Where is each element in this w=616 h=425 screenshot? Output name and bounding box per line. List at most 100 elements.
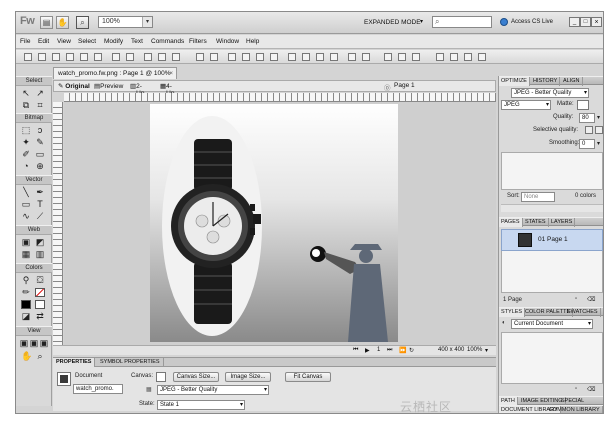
quality-field[interactable]: 80 — [579, 113, 595, 123]
open-icon[interactable] — [38, 53, 46, 61]
menu-filters[interactable]: Filters — [189, 38, 207, 45]
eyedropper-icon[interactable]: ⚲ — [21, 275, 31, 285]
workspace-mode[interactable]: EXPANDED MODE — [364, 19, 421, 26]
button-icon[interactable] — [450, 53, 458, 61]
slice-tool-icon[interactable]: ◩ — [35, 237, 45, 247]
tab-pages[interactable]: PAGES — [499, 218, 523, 227]
eraser-icon[interactable]: ▭ — [35, 149, 45, 159]
blur-icon[interactable]: ◔ — [21, 161, 31, 171]
trash-icon[interactable]: ⌫ — [587, 296, 595, 303]
redo-icon[interactable] — [126, 53, 134, 61]
stroke-icon[interactable] — [384, 53, 392, 61]
stamp-icon[interactable]: ⊕ — [35, 161, 45, 171]
text-tool-icon[interactable]: T — [35, 199, 45, 209]
standard-mode-icon[interactable]: ▣ — [19, 338, 29, 348]
fill-icon[interactable] — [398, 53, 406, 61]
last-frame-icon[interactable]: ⏩ — [399, 347, 406, 354]
chevron-down-icon[interactable]: ▾ — [597, 140, 600, 147]
export-icon[interactable] — [80, 53, 88, 61]
paste-icon[interactable] — [172, 53, 180, 61]
ungroup-icon[interactable] — [210, 53, 218, 61]
optimize-setting-select[interactable]: JPEG - Better Quality ▾ — [157, 385, 269, 395]
tab-optimize[interactable]: OPTIMIZE — [499, 77, 530, 86]
view-tab-preview[interactable]: ▤ Preview — [94, 82, 123, 90]
first-frame-icon[interactable]: ⏮ — [353, 347, 358, 354]
tab-history[interactable]: HISTORY — [531, 77, 561, 86]
delete-style-icon[interactable]: ⌫ — [587, 386, 595, 393]
import-icon[interactable] — [66, 53, 74, 61]
split-icon[interactable] — [242, 53, 250, 61]
rotate-icon[interactable] — [348, 53, 356, 61]
next-frame-icon[interactable]: ⏭ — [387, 347, 392, 354]
menu-help[interactable]: Help — [246, 38, 259, 45]
tab-symbol-properties[interactable]: SYMBOL PROPERTIES — [97, 358, 164, 367]
hide-slices-icon[interactable]: ▦ — [21, 249, 31, 259]
page-list-item[interactable]: 01 Page 1 — [501, 229, 603, 251]
lasso-icon[interactable]: ↄ — [35, 125, 45, 135]
chevron-down-icon[interactable]: ▾ — [420, 18, 423, 25]
pointer-icon[interactable]: ↖ — [21, 88, 31, 98]
line-icon[interactable]: ╲ — [21, 187, 31, 197]
new-style-icon[interactable]: ▫ — [575, 386, 577, 392]
menu-view[interactable]: View — [57, 38, 71, 45]
chevron-down-icon[interactable]: ▾ — [485, 347, 488, 354]
document-tab[interactable]: watch_promo.fw.png : Page 1 @ 100% × — [53, 67, 177, 79]
paint-bucket-icon[interactable]: ⛋ — [35, 275, 45, 285]
hand-tool-icon[interactable]: ✋ — [21, 351, 32, 361]
menu-text[interactable]: Text — [131, 38, 143, 45]
copy-icon[interactable] — [158, 53, 166, 61]
flip-icon[interactable] — [362, 53, 370, 61]
save-icon[interactable] — [52, 53, 60, 61]
zoom-tool-icon[interactable]: ⌕ — [35, 351, 45, 361]
play-icon[interactable]: ▶ — [365, 347, 370, 354]
view-tab-2up[interactable]: ▥ 2-Up — [130, 82, 144, 97]
align-center-icon[interactable] — [302, 53, 310, 61]
brush-icon[interactable]: ✎ — [35, 137, 45, 147]
canvas-color-swatch[interactable] — [156, 372, 166, 382]
styles-select[interactable]: Current Document ▾ — [511, 319, 593, 329]
menu-window[interactable]: Window — [216, 38, 239, 45]
slice-icon[interactable] — [478, 53, 486, 61]
zoom-select[interactable]: 100% ▾ — [98, 16, 153, 28]
new-icon[interactable] — [24, 53, 32, 61]
menu-commands[interactable]: Commands — [151, 38, 184, 45]
selective-quality-toggle[interactable] — [585, 126, 593, 134]
document-canvas[interactable] — [150, 104, 398, 342]
cs-live-link[interactable]: Access CS Live — [511, 19, 553, 25]
align-right-icon[interactable] — [316, 53, 324, 61]
document-name-field[interactable]: watch_promo. — [73, 384, 123, 394]
show-slices-icon[interactable]: ▥ — [35, 249, 45, 259]
pen-icon[interactable]: ✒ — [35, 187, 45, 197]
chevron-down-icon[interactable]: ▾ — [597, 114, 600, 121]
tab-properties[interactable]: PROPERTIES — [53, 358, 96, 367]
magic-wand-icon[interactable]: ✦ — [21, 137, 31, 147]
full-screen-icon[interactable]: ▣ — [39, 338, 49, 348]
pencil-icon[interactable]: ✐ — [21, 149, 31, 159]
marquee-icon[interactable]: ⬚ — [21, 125, 31, 135]
image-size-button[interactable]: Image Size... — [225, 372, 271, 382]
tab-layers[interactable]: LAYERS — [549, 218, 576, 227]
matte-swatch[interactable] — [577, 100, 589, 110]
fill-swatch[interactable] — [21, 300, 31, 309]
bring-front-icon[interactable] — [256, 53, 264, 61]
crop-icon[interactable]: ⌗ — [35, 100, 45, 110]
new-page-icon[interactable]: ▫ — [575, 296, 577, 302]
hotspot-icon[interactable] — [464, 53, 472, 61]
tab-styles[interactable]: STYLES — [499, 308, 526, 317]
send-back-icon[interactable] — [270, 53, 278, 61]
zoom-icon[interactable]: ⌕ — [76, 16, 89, 29]
minimize-button[interactable]: _ — [569, 17, 580, 27]
view-tab-4up[interactable]: ▦ 4-Up — [160, 82, 174, 97]
format-select[interactable]: JPEG ▾ — [501, 100, 551, 110]
hotspot-tool-icon[interactable]: ▣ — [21, 237, 31, 247]
menu-file[interactable]: File — [20, 38, 30, 45]
sort-select[interactable]: None — [521, 192, 555, 202]
default-colors-icon[interactable]: ◪ — [21, 311, 31, 321]
view-tab-original[interactable]: ✎ Original — [58, 82, 90, 90]
symbol-icon[interactable] — [436, 53, 444, 61]
canvas-size-button[interactable]: Canvas Size... — [173, 372, 219, 382]
status-zoom[interactable]: 100% — [467, 347, 482, 353]
freeform-icon[interactable]: ∿ — [21, 211, 31, 221]
close-button[interactable]: × — [591, 17, 602, 27]
align-left-icon[interactable] — [288, 53, 296, 61]
